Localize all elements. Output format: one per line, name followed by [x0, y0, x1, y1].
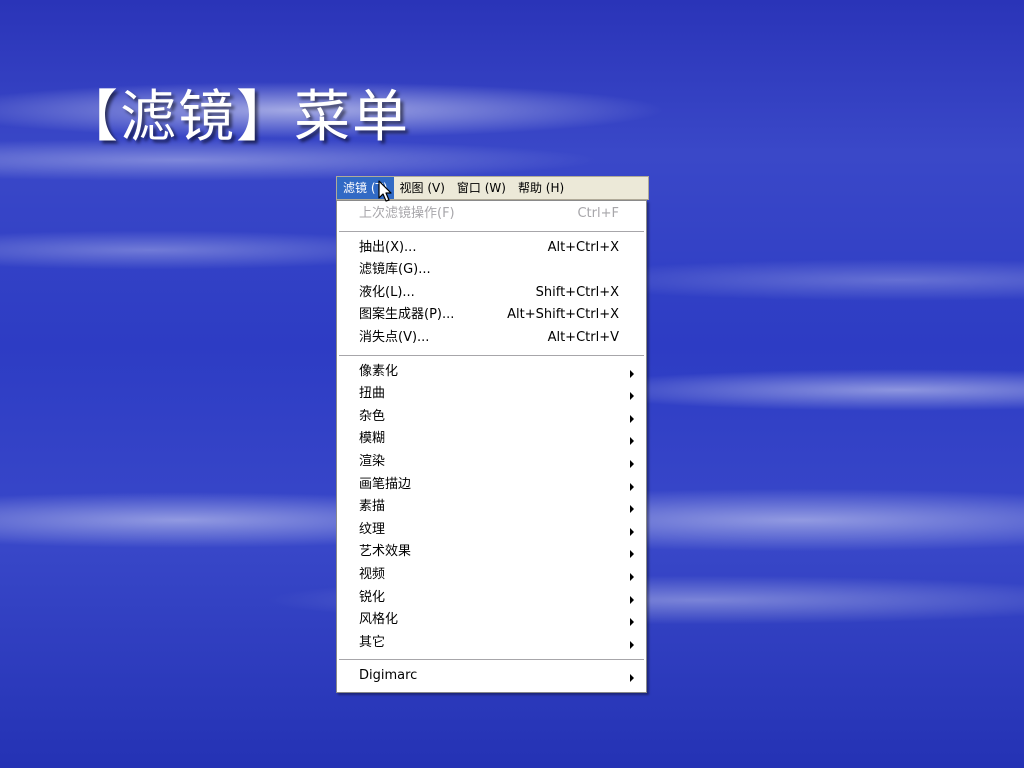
submenu-arrow-icon [630, 369, 634, 378]
menu-separator [339, 659, 644, 661]
menu-item-pattern-maker[interactable]: 图案生成器(P)... Alt+Shift+Ctrl+X [337, 304, 646, 327]
menu-item-label: 模糊 [359, 431, 386, 447]
menubar-item-window[interactable]: 窗口 (W) [451, 177, 512, 199]
menu-item-last-filter[interactable]: 上次滤镜操作(F) Ctrl+F [337, 203, 646, 226]
menu-item-noise[interactable]: 杂色 [337, 406, 646, 429]
submenu-arrow-icon [630, 437, 634, 446]
menu-item-shortcut: Alt+Shift+Ctrl+X [507, 307, 619, 323]
menu-item-label: 上次滤镜操作(F) [359, 206, 455, 221]
submenu-arrow-icon [630, 618, 634, 627]
submenu-arrow-icon [630, 392, 634, 401]
menu-item-shortcut: Shift+Ctrl+X [535, 284, 619, 300]
menu-item-blur[interactable]: 模糊 [337, 428, 646, 451]
menu-item-extract[interactable]: 抽出(X)... Alt+Ctrl+X [337, 237, 646, 260]
menu-item-label: 其它 [359, 634, 386, 650]
submenu-arrow-icon [630, 674, 634, 683]
menu-item-label: 抽出(X)... [359, 239, 417, 255]
menu-item-sketch[interactable]: 素描 [337, 496, 646, 519]
menu-item-digimarc[interactable]: Digimarc [337, 665, 646, 688]
submenu-arrow-icon [630, 550, 634, 559]
menubar-item-help[interactable]: 帮助 (H) [512, 177, 570, 199]
mouse-cursor-icon [378, 180, 392, 202]
menu-item-shortcut: Ctrl+F [577, 206, 619, 221]
menu-item-shortcut: Alt+Ctrl+X [547, 239, 619, 255]
submenu-arrow-icon [630, 459, 634, 468]
menu-item-label: Digimarc [359, 668, 418, 684]
submenu-arrow-icon [630, 414, 634, 423]
menu-item-artistic[interactable]: 艺术效果 [337, 541, 646, 564]
menu-item-label: 风格化 [359, 612, 399, 628]
menu-item-label: 画笔描边 [359, 476, 412, 492]
menu-item-label: 液化(L)... [359, 284, 415, 300]
menu-item-label: 纹理 [359, 521, 386, 537]
menu-item-label: 艺术效果 [359, 544, 412, 560]
menu-item-vanishing-point[interactable]: 消失点(V)... Alt+Ctrl+V [337, 327, 646, 350]
menu-item-texture[interactable]: 纹理 [337, 519, 646, 542]
menu-item-video[interactable]: 视频 [337, 564, 646, 587]
menu-item-render[interactable]: 渲染 [337, 451, 646, 474]
submenu-arrow-icon [630, 482, 634, 491]
menu-item-liquify[interactable]: 液化(L)... Shift+Ctrl+X [337, 282, 646, 305]
menu-item-label: 像素化 [359, 363, 399, 379]
submenu-arrow-icon [630, 527, 634, 536]
menu-item-brush-strokes[interactable]: 画笔描边 [337, 474, 646, 497]
menu-item-filter-gallery[interactable]: 滤镜库(G)... [337, 259, 646, 282]
menu-item-label: 视频 [359, 566, 386, 582]
menu-item-other[interactable]: 其它 [337, 632, 646, 655]
submenu-arrow-icon [630, 572, 634, 581]
menu-item-label: 锐化 [359, 589, 386, 605]
submenu-arrow-icon [630, 640, 634, 649]
app-menu-window: 滤镜 (T) 视图 (V) 窗口 (W) 帮助 (H) 上次滤镜操作(F) Ct… [336, 176, 649, 693]
menu-item-distort[interactable]: 扭曲 [337, 383, 646, 406]
menu-item-label: 图案生成器(P)... [359, 307, 455, 323]
slide-title: 【滤镜】菜单 [62, 85, 410, 150]
menu-item-label: 消失点(V)... [359, 329, 430, 345]
menu-item-sharpen[interactable]: 锐化 [337, 587, 646, 610]
menu-item-label: 杂色 [359, 408, 386, 424]
menu-item-stylize[interactable]: 风格化 [337, 609, 646, 632]
menu-separator [339, 230, 644, 232]
menu-item-label: 渲染 [359, 453, 386, 469]
filter-dropdown-menu: 上次滤镜操作(F) Ctrl+F 抽出(X)... Alt+Ctrl+X 滤镜库… [336, 200, 647, 693]
menu-item-label: 扭曲 [359, 386, 386, 402]
submenu-arrow-icon [630, 505, 634, 514]
menu-item-shortcut: Alt+Ctrl+V [547, 329, 619, 345]
menubar-item-view[interactable]: 视图 (V) [394, 177, 451, 199]
menu-item-label: 滤镜库(G)... [359, 262, 431, 278]
submenu-arrow-icon [630, 595, 634, 604]
menu-item-label: 素描 [359, 499, 386, 515]
menu-item-pixelate[interactable]: 像素化 [337, 361, 646, 384]
menu-separator [339, 354, 644, 356]
